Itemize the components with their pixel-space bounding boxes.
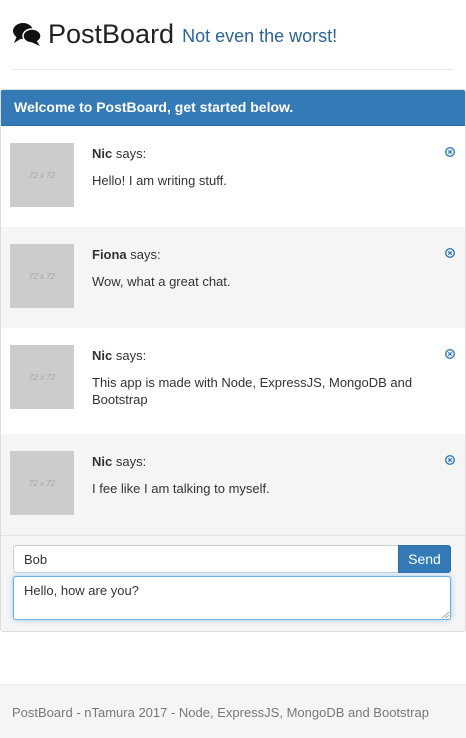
- page-header: PostBoard Not even the worst!: [12, 14, 454, 54]
- says-label: says:: [112, 454, 147, 469]
- post-form: Bob Send Hello, how are you?: [1, 535, 465, 631]
- message-textarea[interactable]: Hello, how are you?: [13, 576, 451, 620]
- author-name: Nic: [92, 348, 113, 363]
- says-label: says:: [112, 146, 147, 161]
- header-divider: [12, 69, 454, 70]
- avatar: 72 x 72: [10, 345, 74, 409]
- tagline: Not even the worst!: [182, 25, 338, 46]
- chat-panel: Welcome to PostBoard, get started below.…: [0, 89, 466, 632]
- avatar: 72 x 72: [10, 244, 74, 308]
- footer-text: PostBoard - nTamura 2017 - Node, Express…: [12, 705, 429, 720]
- message-author: Nic says:: [92, 454, 146, 469]
- resize-grip-icon[interactable]: [441, 612, 449, 618]
- delete-icon[interactable]: [445, 455, 455, 465]
- message-text: This app is made with Node, ExpressJS, M…: [92, 375, 413, 407]
- message-item: 72 x 72 Nic says: I fee like I am talkin…: [1, 434, 465, 535]
- delete-icon[interactable]: [445, 349, 455, 359]
- message-text: Hello! I am writing stuff.: [92, 173, 227, 188]
- says-label: says:: [126, 247, 161, 262]
- brand-title[interactable]: PostBoard: [48, 19, 174, 50]
- author-name: Nic: [92, 146, 113, 161]
- author-name: Fiona: [92, 247, 127, 262]
- page-footer: PostBoard - nTamura 2017 - Node, Express…: [0, 684, 466, 738]
- says-label: says:: [112, 348, 147, 363]
- delete-icon[interactable]: [445, 147, 455, 157]
- avatar: 72 x 72: [10, 143, 74, 207]
- delete-icon[interactable]: [445, 248, 455, 258]
- message-text: I fee like I am talking to myself.: [92, 481, 270, 496]
- avatar: 72 x 72: [10, 451, 74, 515]
- message-author: Nic says:: [92, 348, 146, 363]
- message-author: Fiona says:: [92, 247, 161, 262]
- author-name: Nic: [92, 454, 113, 469]
- comments-icon: [13, 23, 42, 46]
- message-author: Nic says:: [92, 146, 146, 161]
- name-input[interactable]: Bob: [13, 545, 398, 573]
- message-text: Wow, what a great chat.: [92, 274, 231, 289]
- send-button[interactable]: Send: [398, 545, 451, 573]
- message-item: 72 x 72 Nic says: Hello! I am writing st…: [1, 126, 465, 227]
- message-item: 72 x 72 Nic says: This app is made with …: [1, 328, 465, 434]
- panel-heading: Welcome to PostBoard, get started below.: [1, 90, 465, 126]
- message-item: 72 x 72 Fiona says: Wow, what a great ch…: [1, 227, 465, 328]
